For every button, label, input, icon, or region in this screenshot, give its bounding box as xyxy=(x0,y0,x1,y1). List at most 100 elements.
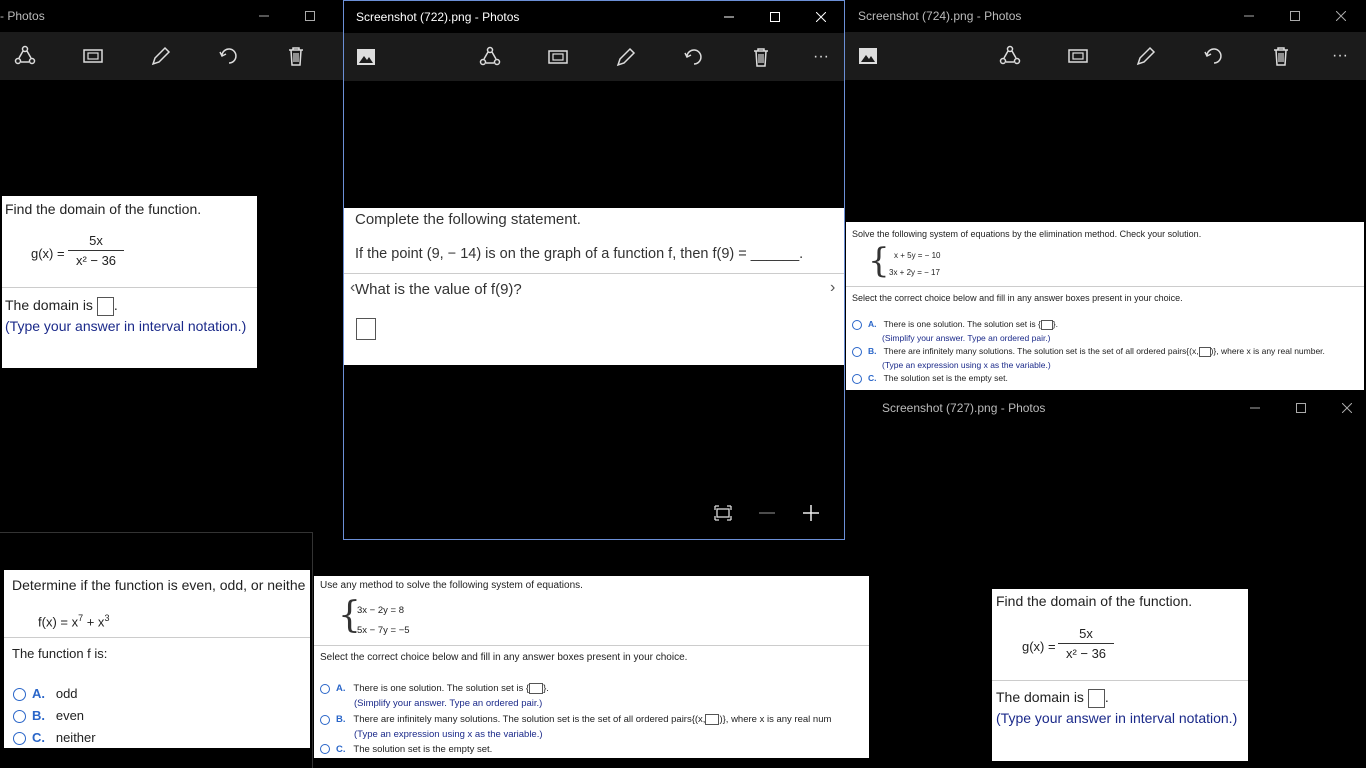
choice-b-hint: (Type an expression using x as the varia… xyxy=(354,729,543,740)
choice-c-letter: C. xyxy=(868,373,877,383)
choice-b[interactable]: B. There are infinitely many solutions. … xyxy=(320,714,831,725)
system-brace: { xyxy=(868,241,890,281)
choice-a-text: There is one solution. The solution set … xyxy=(883,319,1041,329)
choice-c[interactable]: C. The solution set is the empty set. xyxy=(852,373,1008,384)
question-heading: Determine if the function is even, odd, … xyxy=(12,577,306,593)
title-bar[interactable]: Screenshot (724).png - Photos xyxy=(845,0,1366,32)
delete-icon[interactable] xyxy=(1269,44,1293,68)
exponent-3: 3 xyxy=(104,613,110,623)
even-odd-question-image: Determine if the function is even, odd, … xyxy=(4,570,310,748)
answer-box[interactable] xyxy=(1087,689,1105,708)
minimize-icon[interactable] xyxy=(1226,0,1272,32)
rotate-icon[interactable] xyxy=(1202,44,1226,68)
choice-c[interactable]: C. The solution set is the empty set. xyxy=(320,744,492,755)
close-icon[interactable] xyxy=(1318,0,1364,32)
minimize-icon[interactable] xyxy=(241,0,287,32)
delete-icon[interactable] xyxy=(284,44,308,68)
radio-a[interactable] xyxy=(852,319,862,330)
answer-box-b[interactable] xyxy=(705,714,720,725)
title-bar[interactable]: - Photos xyxy=(0,0,343,32)
question-heading: Find the domain of the function. xyxy=(996,593,1193,609)
radio-b[interactable] xyxy=(320,714,330,725)
maximize-icon[interactable] xyxy=(1272,0,1318,32)
numerator: 5x xyxy=(1058,626,1114,644)
question-heading: Use any method to solve the following sy… xyxy=(320,580,583,591)
maximize-icon[interactable] xyxy=(287,0,333,32)
photos-window-center: Screenshot (722).png - Photos ··· Comple… xyxy=(343,0,845,540)
option-b[interactable]: B. even xyxy=(13,708,85,724)
choice-b-end: )}, where x is any real num xyxy=(719,714,832,726)
choice-c-letter: C. xyxy=(336,744,346,755)
answer-box-a[interactable] xyxy=(1040,319,1053,330)
answer-line: The domain is . xyxy=(996,689,1109,708)
close-icon[interactable] xyxy=(798,1,844,33)
radio-c[interactable] xyxy=(13,732,26,746)
edit-icon[interactable] xyxy=(1134,44,1158,68)
minimize-icon[interactable] xyxy=(706,1,752,33)
equation-2: 5x − 7y = −5 xyxy=(357,625,410,636)
radio-c[interactable] xyxy=(852,373,862,384)
share-icon[interactable] xyxy=(478,45,502,69)
answer-box[interactable] xyxy=(96,297,114,316)
choice-a-text: There is one solution. The solution set … xyxy=(353,683,530,695)
choice-a-end: }. xyxy=(1052,319,1058,329)
next-arrow-icon[interactable]: › xyxy=(830,279,835,297)
choice-b[interactable]: B. There are infinitely many solutions. … xyxy=(852,346,1325,357)
choice-b-text: There are infinitely many solutions. The… xyxy=(883,346,1199,356)
zoom-out-icon[interactable] xyxy=(758,504,776,522)
edit-icon[interactable] xyxy=(614,45,638,69)
question-image: Find the domain of the function. g(x) = … xyxy=(2,196,257,368)
option-b-text: even xyxy=(55,708,85,723)
select-instruction: Select the correct choice below and fill… xyxy=(320,652,688,663)
choice-a[interactable]: A. There is one solution. The solution s… xyxy=(852,319,1058,330)
radio-b[interactable] xyxy=(852,346,862,357)
radio-b[interactable] xyxy=(13,710,26,724)
title-bar[interactable]: Screenshot (722).png - Photos xyxy=(344,1,844,33)
option-c-letter: C. xyxy=(32,730,45,745)
share-icon[interactable] xyxy=(13,44,37,68)
slideshow-icon[interactable] xyxy=(546,45,570,69)
previous-arrow-icon[interactable]: ‹ xyxy=(350,279,355,297)
more-icon[interactable]: ··· xyxy=(809,45,833,69)
function-lhs: g(x) = xyxy=(31,246,65,261)
close-icon[interactable] xyxy=(1324,392,1366,424)
answer-hint: (Type your answer in interval notation.) xyxy=(996,710,1238,726)
radio-c[interactable] xyxy=(320,744,330,755)
slideshow-icon[interactable] xyxy=(1066,44,1090,68)
function-base: f(x) = x xyxy=(38,614,79,630)
slideshow-icon[interactable] xyxy=(81,44,105,68)
delete-icon[interactable] xyxy=(749,45,773,69)
divider xyxy=(2,287,257,288)
picture-icon[interactable] xyxy=(354,45,378,69)
answer-box-b[interactable] xyxy=(1198,346,1211,357)
fit-icon[interactable] xyxy=(714,504,732,522)
option-a[interactable]: A. odd xyxy=(13,686,78,702)
radio-a[interactable] xyxy=(13,688,26,702)
minimize-icon[interactable] xyxy=(1232,392,1278,424)
rotate-icon[interactable] xyxy=(682,45,706,69)
maximize-icon[interactable] xyxy=(752,1,798,33)
edit-icon[interactable] xyxy=(149,44,173,68)
photos-window-bottom-right: Screenshot (727).png - Photos Find the d… xyxy=(870,392,1366,768)
share-icon[interactable] xyxy=(998,44,1022,68)
choice-a[interactable]: A. There is one solution. The solution s… xyxy=(320,683,549,694)
toolbar: ··· xyxy=(845,32,1366,80)
answer-line: The domain is . xyxy=(5,297,118,316)
rotate-icon[interactable] xyxy=(217,44,241,68)
radio-a[interactable] xyxy=(320,683,330,694)
more-icon[interactable]: ··· xyxy=(1328,44,1352,68)
maximize-icon[interactable] xyxy=(1278,392,1324,424)
choice-b-letter: B. xyxy=(868,346,877,356)
numerator: 5x xyxy=(68,233,124,251)
question-heading: Find the domain of the function. xyxy=(5,201,202,217)
picture-icon[interactable] xyxy=(856,44,880,68)
answer-box[interactable] xyxy=(356,318,376,340)
option-c[interactable]: C. neither xyxy=(13,730,96,746)
choice-c-text: The solution set is the empty set. xyxy=(353,744,493,755)
zoom-in-icon[interactable] xyxy=(802,504,820,522)
answer-box-a[interactable] xyxy=(529,683,544,694)
title-bar[interactable]: Screenshot (727).png - Photos xyxy=(870,392,1366,424)
function-plus: + x xyxy=(83,614,105,630)
denominator: x² − 36 xyxy=(75,253,117,268)
statement: The function f is: xyxy=(12,646,108,661)
